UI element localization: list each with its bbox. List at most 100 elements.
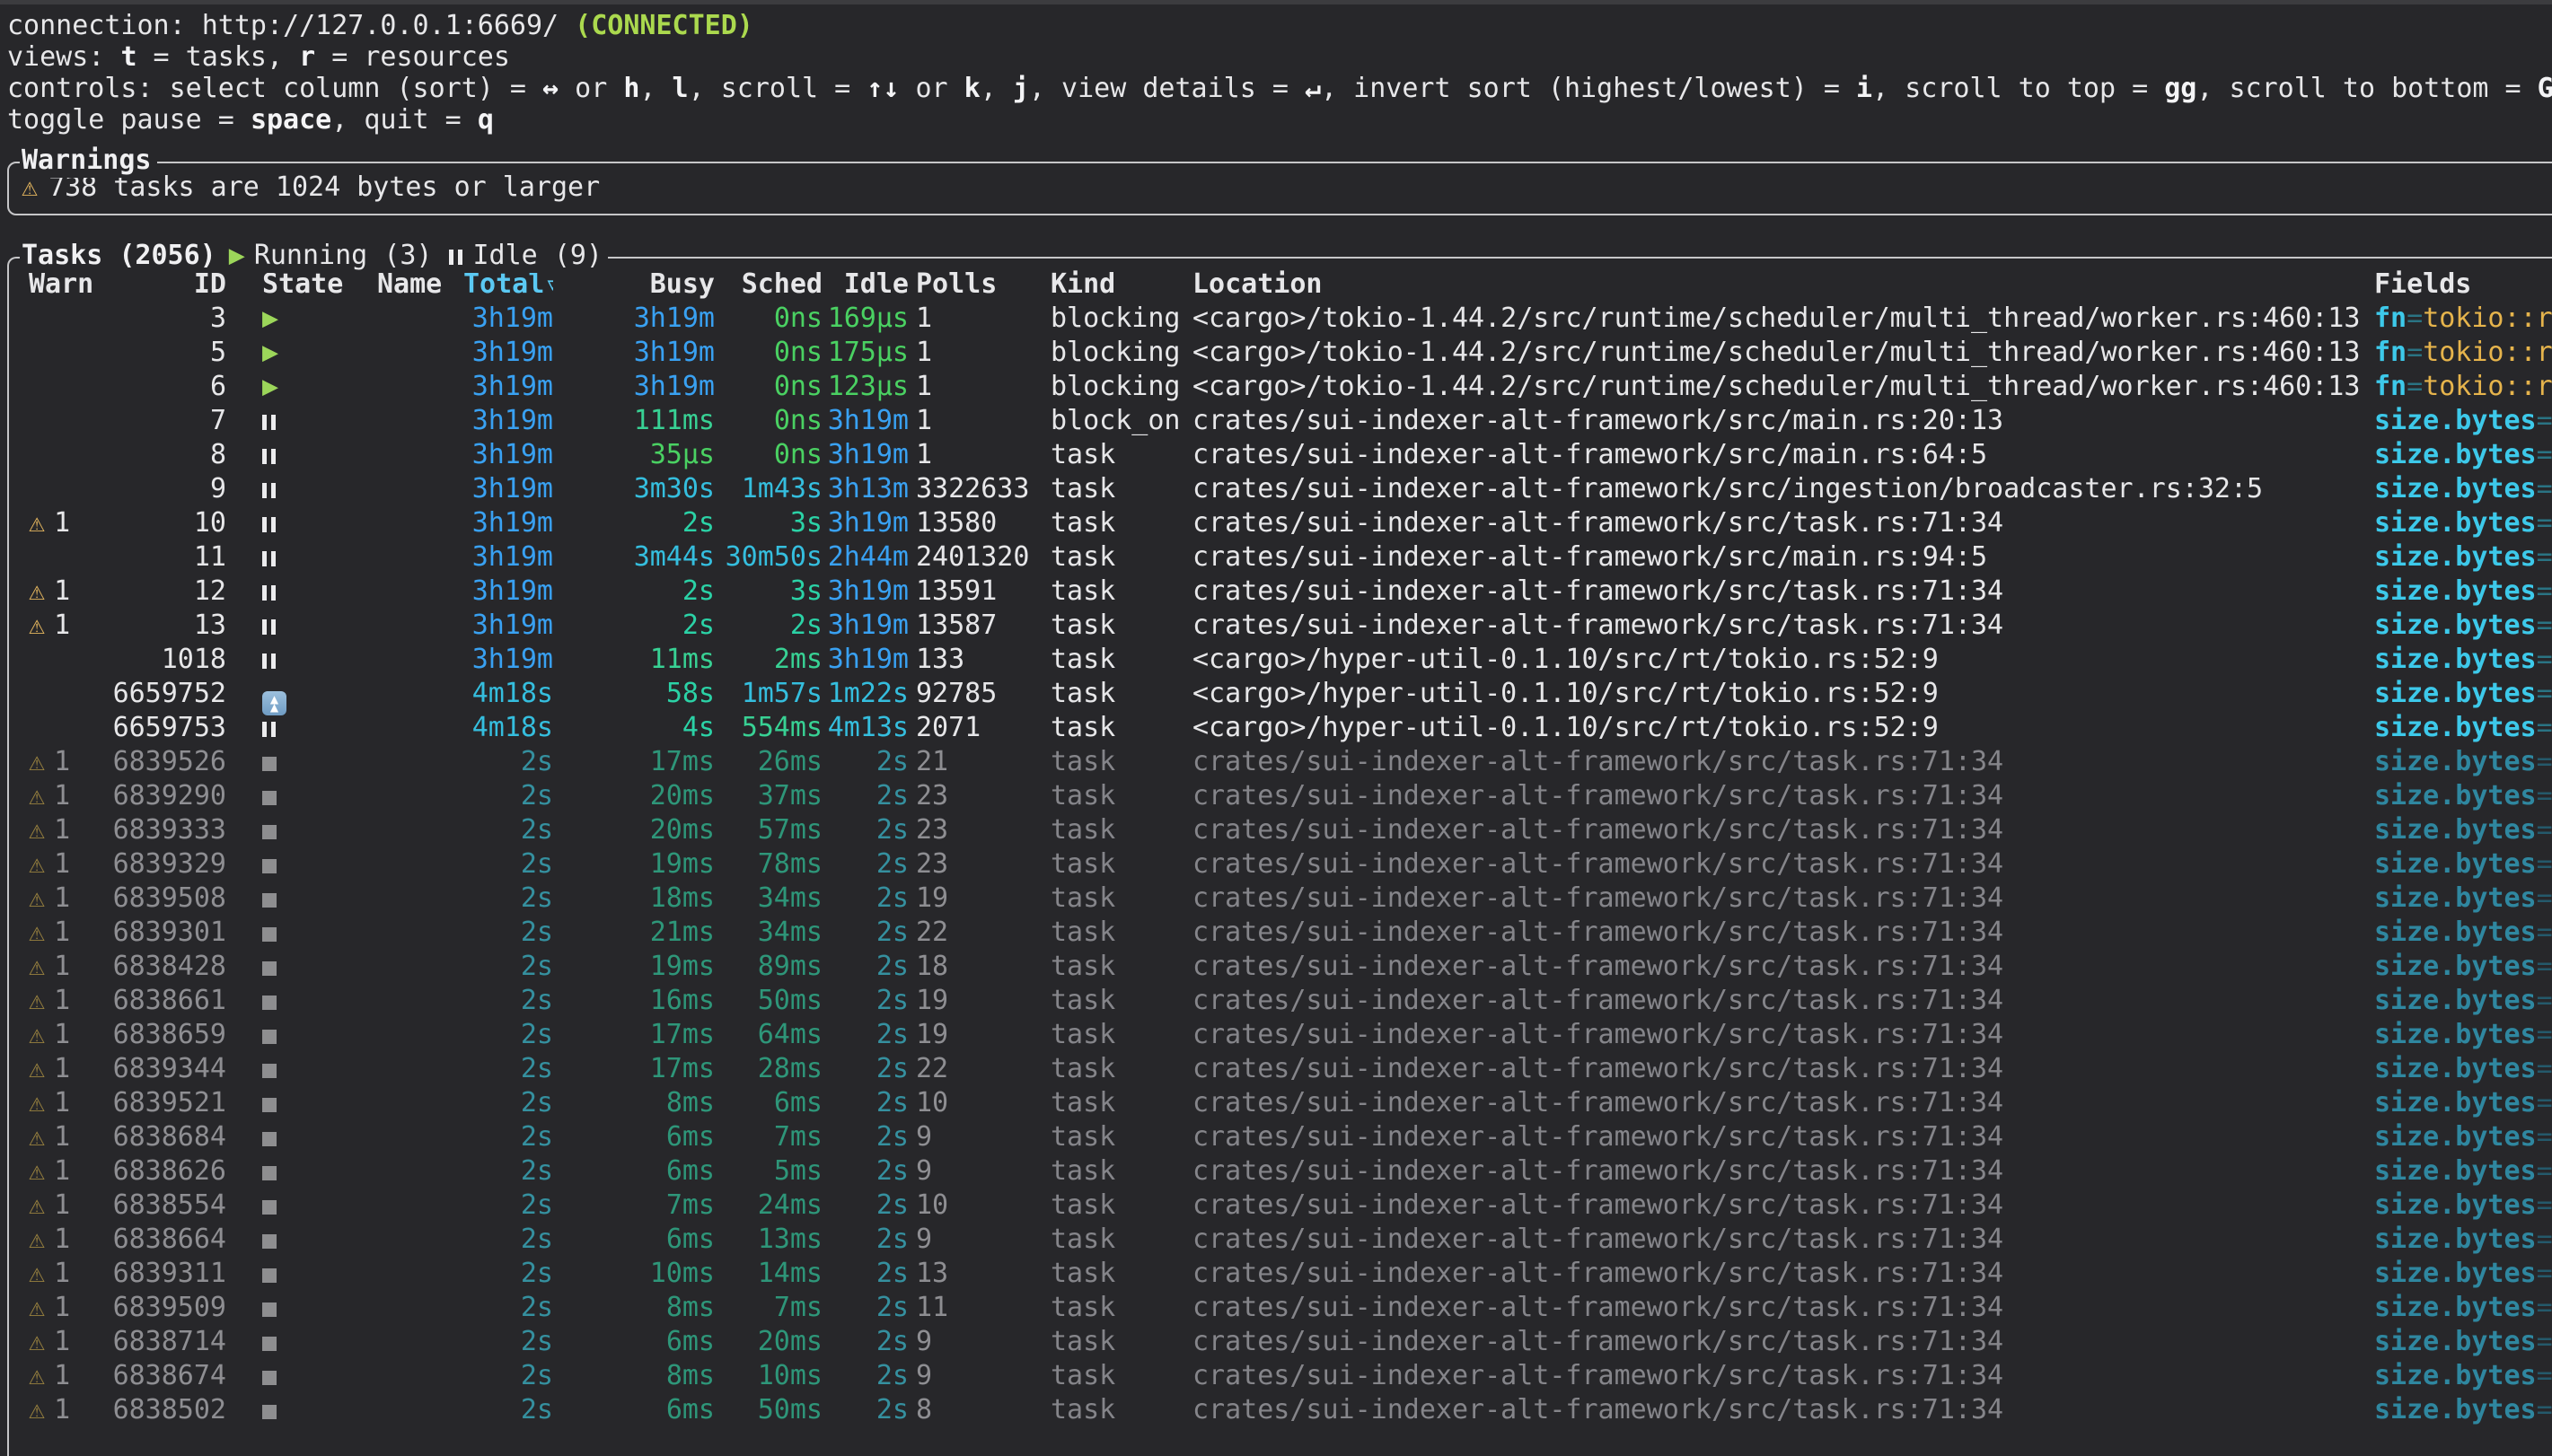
task-id: 6839333 <box>97 813 241 847</box>
task-id: 6659753 <box>97 711 241 745</box>
table-row[interactable]: ⚠168392902s20ms37ms2s23taskcrates/sui-in… <box>9 779 2552 813</box>
table-row[interactable]: ⚠168393012s21ms34ms2s22taskcrates/sui-in… <box>9 916 2552 950</box>
table-row[interactable]: ⚠168395082s18ms34ms2s19taskcrates/sui-in… <box>9 881 2552 916</box>
table-row[interactable]: ⚠168386742s8ms10ms2s9taskcrates/sui-inde… <box>9 1359 2552 1393</box>
table-row[interactable]: ⚠168386262s6ms5ms2s9taskcrates/sui-index… <box>9 1154 2552 1188</box>
column-header-location[interactable]: Location <box>1184 268 2365 302</box>
task-location: crates/sui-indexer-alt-framework/src/tas… <box>1184 1223 2365 1257</box>
task-kind: blocking <box>1043 336 1184 370</box>
warn-count: 1 <box>54 1053 70 1084</box>
table-row[interactable]: ⚠1123h19m2s3s3h19m13591taskcrates/sui-in… <box>9 575 2552 609</box>
table-row[interactable]: ⚠168386642s6ms13ms2s9taskcrates/sui-inde… <box>9 1223 2552 1257</box>
task-id: 1018 <box>97 643 241 677</box>
task-location: crates/sui-indexer-alt-framework/src/tas… <box>1184 916 2365 950</box>
table-row[interactable]: ⚠168385542s7ms24ms2s10taskcrates/sui-ind… <box>9 1188 2552 1223</box>
table-row[interactable]: 10183h19m11ms2ms3h19m133task<cargo>/hype… <box>9 643 2552 677</box>
state-idle-icon <box>262 415 276 430</box>
column-header-kind[interactable]: Kind <box>1043 268 1184 302</box>
task-fields: size.bytes= <box>2365 1291 2552 1325</box>
table-row[interactable]: ⚠168386612s16ms50ms2s19taskcrates/sui-in… <box>9 984 2552 1018</box>
task-kind: task <box>1043 677 1184 711</box>
task-id: 6838554 <box>97 1188 241 1223</box>
column-header-fields[interactable]: Fields <box>2365 268 2552 302</box>
task-location: <cargo>/hyper-util-0.1.10/src/rt/tokio.r… <box>1184 711 2365 745</box>
column-header-sched[interactable]: Sched <box>715 268 823 302</box>
table-row[interactable]: ⚠168393442s17ms28ms2s22taskcrates/sui-in… <box>9 1052 2552 1086</box>
state-idle-icon <box>262 517 276 532</box>
state-completed-icon <box>262 1098 277 1112</box>
field-equals: = <box>2537 1292 2552 1323</box>
task-state <box>241 1223 356 1257</box>
table-row[interactable]: 66597534m18s4s554ms4m13s2071task<cargo>/… <box>9 711 2552 745</box>
table-row[interactable]: ⚠168395092s8ms7ms2s11taskcrates/sui-inde… <box>9 1291 2552 1325</box>
table-row[interactable]: ⚠168393332s20ms57ms2s23taskcrates/sui-in… <box>9 813 2552 847</box>
state-completed-icon <box>262 1132 277 1146</box>
table-row[interactable]: 6659752▲▲4m18s58s1m57s1m22s92785task<car… <box>9 677 2552 711</box>
field-key: size.bytes <box>2374 780 2537 811</box>
task-fields: size.bytes= <box>2365 677 2552 711</box>
field-key: size.bytes <box>2374 405 2537 436</box>
task-fields: size.bytes= <box>2365 813 2552 847</box>
state-idle-icon <box>262 722 276 737</box>
table-row[interactable]: ⚠168386592s17ms64ms2s19taskcrates/sui-in… <box>9 1018 2552 1052</box>
polls-count: 21 <box>909 745 1043 779</box>
table-row[interactable]: ⚠168393112s10ms14ms2s13taskcrates/sui-in… <box>9 1257 2552 1291</box>
table-row[interactable]: ⚠168385022s6ms50ms2s8taskcrates/sui-inde… <box>9 1393 2552 1427</box>
polls-count: 9 <box>909 1120 1043 1154</box>
field-equals: = <box>2537 712 2552 743</box>
table-row[interactable]: ⚠168395262s17ms26ms2s21taskcrates/sui-in… <box>9 745 2552 779</box>
table-row[interactable]: 3▶3h19m3h19m0ns169µs1blocking<cargo>/tok… <box>9 302 2552 336</box>
warn-cell: ⚠1 <box>18 745 97 779</box>
task-id: 6839311 <box>97 1257 241 1291</box>
task-kind: task <box>1043 575 1184 609</box>
warning-icon: ⚠ <box>29 780 45 811</box>
task-state <box>241 1359 356 1393</box>
table-row[interactable]: ⚠168393292s19ms78ms2s23taskcrates/sui-in… <box>9 847 2552 881</box>
task-location: crates/sui-indexer-alt-framework/src/tas… <box>1184 506 2365 540</box>
total-duration: 2s <box>454 881 553 916</box>
total-duration: 2s <box>454 1018 553 1052</box>
warn-cell: ⚠1 <box>18 506 97 540</box>
field-key: fn <box>2374 303 2407 334</box>
polls-count: 9 <box>909 1154 1043 1188</box>
field-key: fn <box>2374 371 2407 402</box>
table-row[interactable]: 6▶3h19m3h19m0ns123µs1blocking<cargo>/tok… <box>9 370 2552 404</box>
warn-cell: ⚠1 <box>18 1018 97 1052</box>
table-row[interactable]: ⚠168395212s8ms6ms2s10taskcrates/sui-inde… <box>9 1086 2552 1120</box>
column-header-idle[interactable]: Idle <box>823 268 909 302</box>
task-kind: task <box>1043 1393 1184 1427</box>
busy-duration: 35µs <box>553 438 715 472</box>
task-location: <cargo>/tokio-1.44.2/src/runtime/schedul… <box>1184 302 2365 336</box>
task-id: 6838714 <box>97 1325 241 1359</box>
sched-duration: 37ms <box>715 779 823 813</box>
table-row[interactable]: ⚠1133h19m2s2s3h19m13587taskcrates/sui-in… <box>9 609 2552 643</box>
column-header-polls[interactable]: Polls <box>909 268 1043 302</box>
help-line-3: controls: select column (sort) = ↔ or h,… <box>7 73 2552 104</box>
warn-cell: ⚠1 <box>18 1291 97 1325</box>
table-row[interactable]: 73h19m111ms0ns3h19m1block_oncrates/sui-i… <box>9 404 2552 438</box>
idle-duration: 2s <box>823 1223 909 1257</box>
field-equals: = <box>2537 610 2552 641</box>
table-row[interactable]: 113h19m3m44s30m50s2h44m2401320taskcrates… <box>9 540 2552 575</box>
table-row[interactable]: 5▶3h19m3h19m0ns175µs1blocking<cargo>/tok… <box>9 336 2552 370</box>
warning-icon: ⚠ <box>29 848 45 880</box>
busy-duration: 2s <box>553 575 715 609</box>
table-row[interactable]: ⚠168384282s19ms89ms2s18taskcrates/sui-in… <box>9 950 2552 984</box>
table-row[interactable]: 83h19m35µs0ns3h19m1taskcrates/sui-indexe… <box>9 438 2552 472</box>
idle-pause-icon <box>449 250 462 265</box>
field-equals: = <box>2537 1394 2552 1425</box>
table-row[interactable]: ⚠168387142s6ms20ms2s9taskcrates/sui-inde… <box>9 1325 2552 1359</box>
table-row[interactable]: 93h19m3m30s1m43s3h13m3322633taskcrates/s… <box>9 472 2552 506</box>
warn-count: 1 <box>54 1019 70 1050</box>
polls-count: 23 <box>909 779 1043 813</box>
task-state <box>241 1154 356 1188</box>
task-location: crates/sui-indexer-alt-framework/src/mai… <box>1184 540 2365 575</box>
table-row[interactable]: ⚠168386842s6ms7ms2s9taskcrates/sui-index… <box>9 1120 2552 1154</box>
task-kind: task <box>1043 1223 1184 1257</box>
warn-count: 1 <box>54 575 70 607</box>
table-row[interactable]: ⚠1103h19m2s3s3h19m13580taskcrates/sui-in… <box>9 506 2552 540</box>
warn-cell: ⚠1 <box>18 1257 97 1291</box>
field-equals: = <box>2537 1019 2552 1050</box>
task-id: 6838626 <box>97 1154 241 1188</box>
task-id: 3 <box>97 302 241 336</box>
